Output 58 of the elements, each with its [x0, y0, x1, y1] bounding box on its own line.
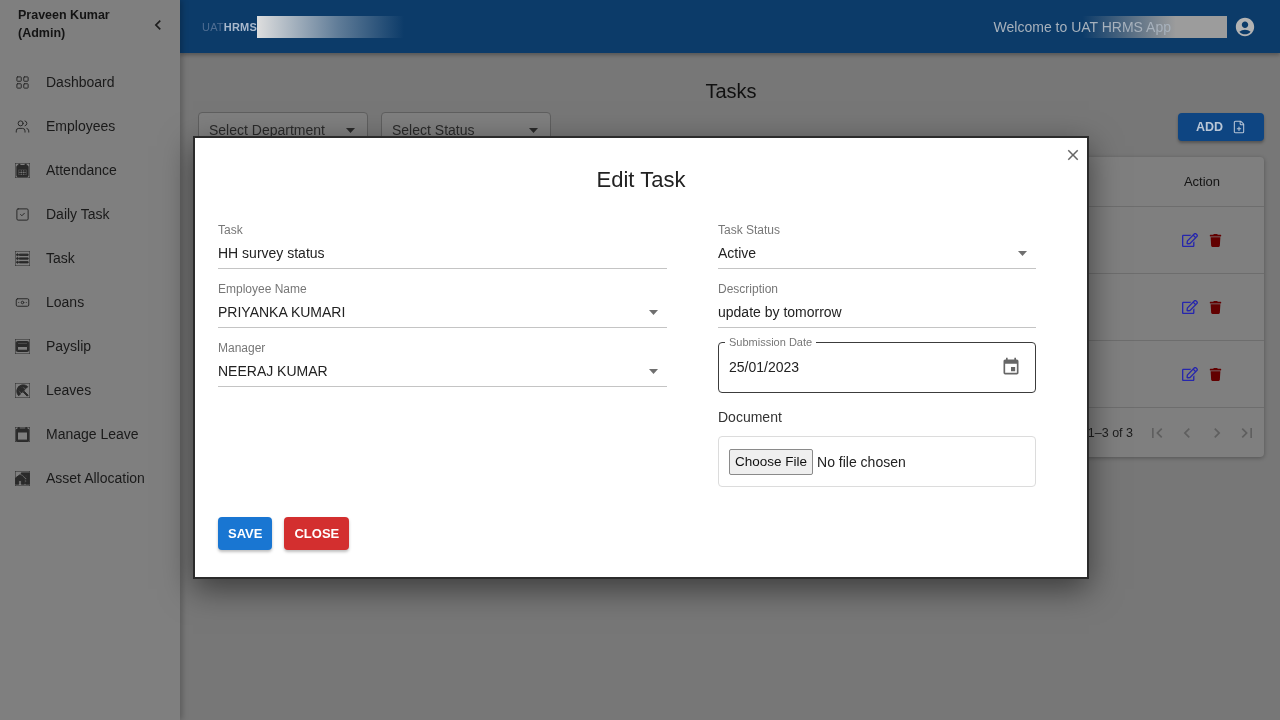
pagination-range: 1–3 of 3	[1087, 425, 1133, 440]
choose-file-button[interactable]: Choose File	[729, 448, 814, 475]
dropdown-arrow-icon	[346, 127, 355, 133]
file-status-text: No file chosen	[817, 453, 906, 470]
save-button[interactable]: SAVE	[218, 517, 273, 550]
edit-icon[interactable]	[1182, 366, 1198, 382]
nav-item[interactable]: Employees	[46, 118, 116, 134]
beach-umbrella-icon	[15, 382, 30, 398]
edit-icon[interactable]	[1182, 232, 1198, 248]
field-label: Submission Date	[728, 336, 814, 348]
calendar-icon[interactable]	[1001, 357, 1021, 377]
dropdown-arrow-icon	[649, 309, 658, 315]
text-field[interactable]: HH survey status	[218, 238, 667, 269]
nav-item[interactable]: Daily Task	[46, 206, 110, 222]
nav-item[interactable]: Dashboard	[46, 74, 115, 90]
select-field[interactable]: PRIYANKA KUMARI	[218, 297, 667, 328]
logo-text: UATHRMS	[202, 20, 257, 33]
nav-item[interactable]: Asset Allocation	[46, 470, 145, 486]
list-icon	[15, 250, 30, 266]
file-plus-icon	[1232, 120, 1247, 134]
page-title: Tasks	[704, 79, 758, 103]
select-field[interactable]: Active	[718, 238, 1036, 269]
nav-item[interactable]: Task	[46, 250, 75, 266]
nav-item[interactable]: Attendance	[46, 162, 117, 178]
dialog-title: Edit Task	[595, 166, 687, 194]
field-label: Task	[218, 222, 243, 238]
file-upload-field[interactable]: Choose File No file chosen	[718, 436, 1036, 487]
people-icon	[15, 118, 30, 134]
edit-icon[interactable]	[1182, 299, 1198, 315]
trash-icon[interactable]	[1209, 300, 1222, 314]
checkbox-icon	[15, 206, 30, 222]
nav-item[interactable]: Loans	[46, 294, 85, 310]
nav-item[interactable]: Leaves	[46, 382, 92, 398]
field-label: Employee Name	[218, 281, 307, 297]
field-label: Task Status	[718, 222, 781, 238]
field-label: Document	[718, 408, 782, 427]
house-icon	[15, 470, 30, 486]
calendar-icon	[15, 426, 30, 442]
dropdown-arrow-icon	[1018, 250, 1027, 256]
card-icon	[15, 338, 30, 354]
dropdown-arrow-icon	[529, 127, 538, 133]
nav-item[interactable]: Payslip	[46, 338, 92, 354]
select-field[interactable]: NEERAJ KUMAR	[218, 356, 667, 387]
field-label: Description	[718, 281, 779, 297]
field-label: Manager	[218, 340, 266, 356]
account-icon[interactable]	[1234, 15, 1256, 38]
calendar-icon	[15, 162, 30, 178]
dropdown-arrow-icon	[649, 368, 658, 374]
grid-icon	[15, 74, 30, 90]
text-field[interactable]: update by tomorrow	[718, 297, 1036, 328]
trash-icon[interactable]	[1209, 233, 1222, 247]
add-button[interactable]: ADD	[1178, 113, 1264, 141]
close-dialog-button[interactable]: CLOSE	[284, 517, 350, 550]
trash-icon[interactable]	[1209, 367, 1222, 381]
user-name: Praveen Kumar (Admin)	[18, 7, 111, 42]
column-header: Action	[1182, 174, 1222, 189]
date-field[interactable]: Submission Date 25/01/2023	[718, 336, 1036, 393]
nav-item[interactable]: Manage Leave	[46, 426, 139, 442]
